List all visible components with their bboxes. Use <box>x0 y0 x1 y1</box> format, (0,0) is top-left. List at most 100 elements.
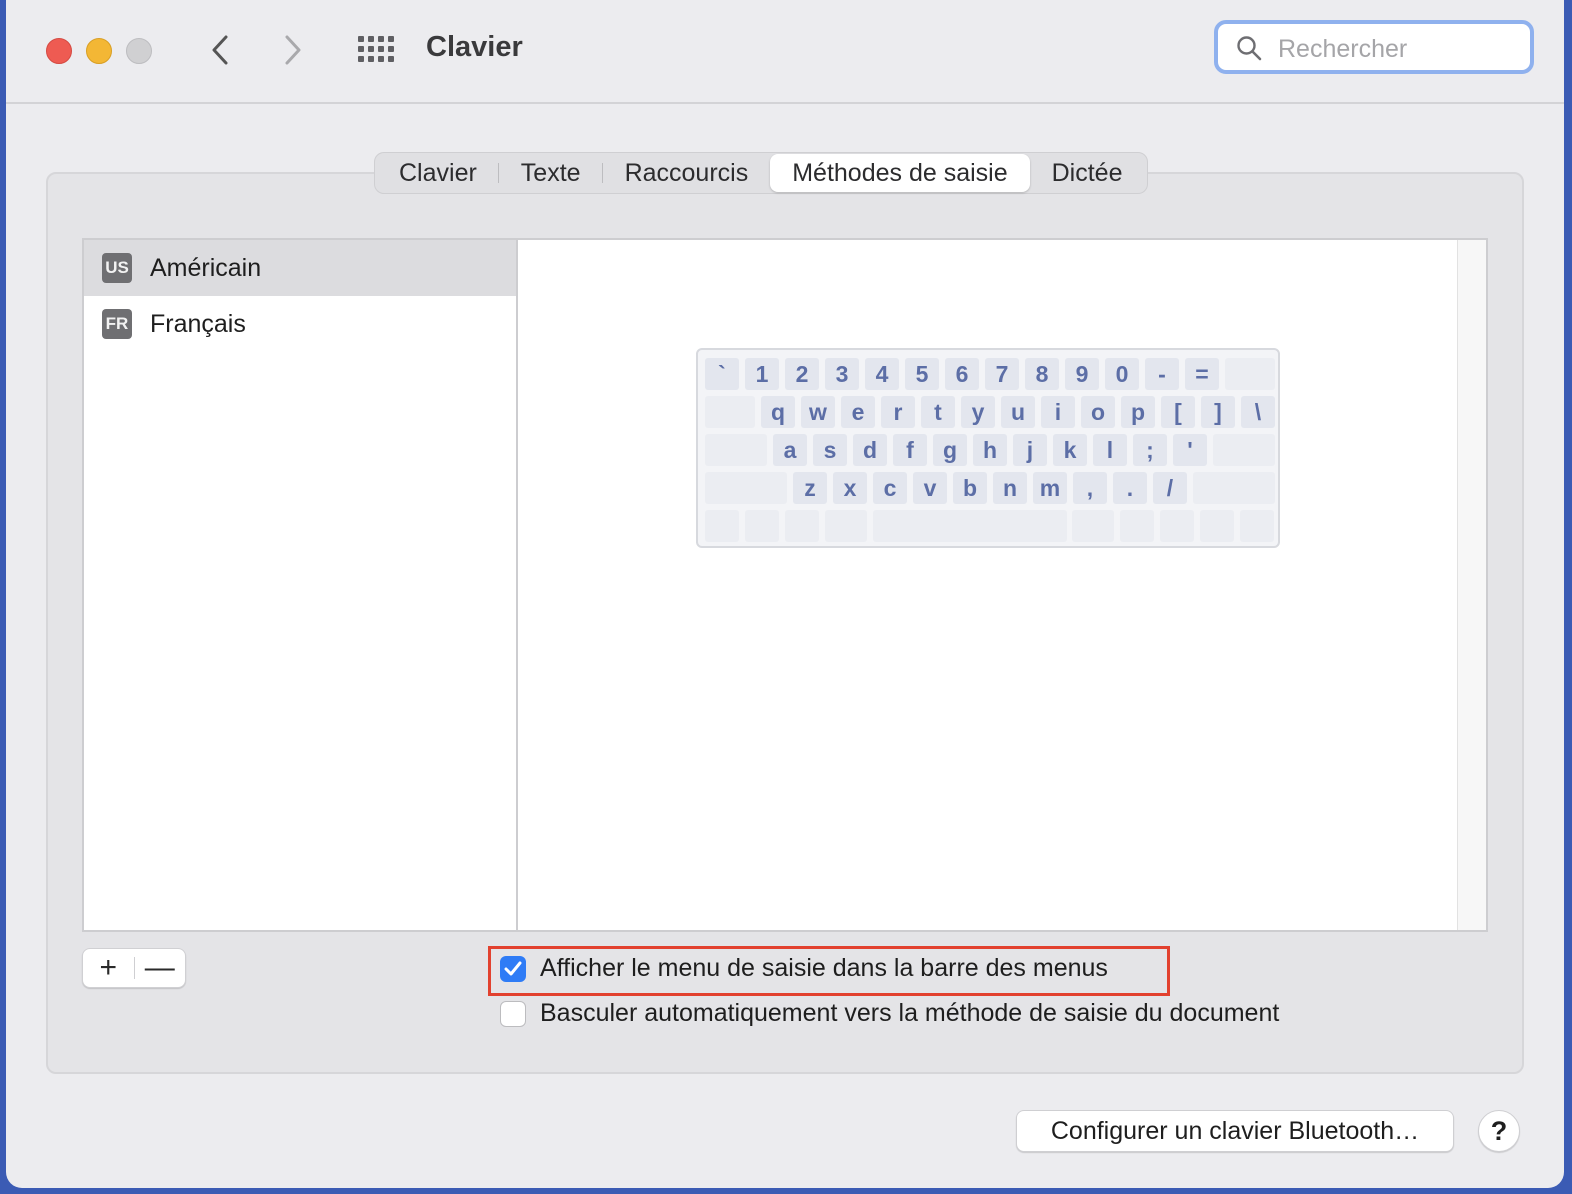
keyboard-key: y <box>961 396 995 428</box>
keyboard-key: - <box>1145 358 1179 390</box>
keyboard-blank-key <box>1160 510 1194 542</box>
search-icon <box>1237 36 1262 61</box>
chevron-right-icon <box>285 35 301 65</box>
keyboard-key: 1 <box>745 358 779 390</box>
title-bar: Clavier <box>6 0 1564 104</box>
keyboard-key: 9 <box>1065 358 1099 390</box>
chevron-left-icon <box>212 35 228 65</box>
keyboard-key: = <box>1185 358 1219 390</box>
tab-bar: Clavier Texte Raccourcis Méthodes de sai… <box>374 152 1148 194</box>
show-all-grid-icon[interactable] <box>358 34 396 68</box>
keyboard-key: \ <box>1241 396 1275 428</box>
keyboard-key: i <box>1041 396 1075 428</box>
keyboard-blank-key <box>1193 472 1275 504</box>
keyboard-key: x <box>833 472 867 504</box>
list-item-americain[interactable]: US Américain <box>84 240 516 296</box>
search-input[interactable] <box>1276 32 1520 66</box>
keyboard-key: 3 <box>825 358 859 390</box>
keyboard-blank-key <box>705 434 767 466</box>
remove-input-source-button[interactable]: — <box>135 949 186 987</box>
keyboard-key: 4 <box>865 358 899 390</box>
input-source-list: US Américain FR Français <box>82 238 518 932</box>
keyboard-key: f <box>893 434 927 466</box>
minimize-window-button[interactable] <box>86 38 112 64</box>
auto-switch-label: Basculer automatiquement vers la méthode… <box>540 999 1280 1027</box>
keyboard-key: g <box>933 434 967 466</box>
keyboard-key: p <box>1121 396 1155 428</box>
keyboard-blank-key <box>825 510 867 542</box>
keyboard-blank-key <box>705 472 787 504</box>
tab-dictee[interactable]: Dictée <box>1030 154 1145 192</box>
keyboard-key: n <box>993 472 1027 504</box>
help-button[interactable]: ? <box>1478 1110 1520 1152</box>
keyboard-blank-key <box>705 510 739 542</box>
keyboard-key: r <box>881 396 915 428</box>
keyboard-key: s <box>813 434 847 466</box>
add-input-source-button[interactable]: + <box>83 949 134 987</box>
tab-raccourcis[interactable]: Raccourcis <box>603 154 771 192</box>
tab-clavier[interactable]: Clavier <box>377 154 499 192</box>
keyboard-blank-key <box>745 510 779 542</box>
keyboard-blank-key <box>785 510 819 542</box>
add-remove-control: + — <box>82 948 186 988</box>
keyboard-key: 6 <box>945 358 979 390</box>
keyboard-blank-key <box>1240 510 1274 542</box>
keyboard-key: u <box>1001 396 1035 428</box>
us-flag-icon: US <box>102 253 132 283</box>
keyboard-key: q <box>761 396 795 428</box>
keyboard-blank-key <box>873 510 1067 542</box>
keyboard-key: b <box>953 472 987 504</box>
keyboard-key: w <box>801 396 835 428</box>
keyboard-key: t <box>921 396 955 428</box>
keyboard-key: / <box>1153 472 1187 504</box>
keyboard-key: a <box>773 434 807 466</box>
keyboard-key: h <box>973 434 1007 466</box>
keyboard-preview-pane: ` 1 2 3 4 5 6 7 8 9 0- = q w e r t y u i o p[] \ a s d f g h j k l; ' z x c… <box>518 238 1488 932</box>
keyboard-key: [ <box>1161 396 1195 428</box>
show-input-menu-checkbox[interactable] <box>500 955 526 982</box>
input-source-name: Américain <box>150 253 262 282</box>
keyboard-key: ' <box>1173 434 1207 466</box>
auto-switch-checkbox[interactable] <box>500 1000 526 1027</box>
keyboard-key: z <box>793 472 827 504</box>
keyboard-blank-key <box>1225 358 1275 390</box>
keyboard-key: e <box>841 396 875 428</box>
keyboard-key: l <box>1093 434 1127 466</box>
tab-texte[interactable]: Texte <box>499 154 603 192</box>
list-item-francais[interactable]: FR Français <box>84 296 516 352</box>
keyboard-key: d <box>853 434 887 466</box>
keyboard-key: ; <box>1133 434 1167 466</box>
keyboard-blank-key <box>1213 434 1275 466</box>
keyboard-key: 8 <box>1025 358 1059 390</box>
keyboard-key: v <box>913 472 947 504</box>
back-button[interactable] <box>203 30 237 70</box>
keyboard-key: ] <box>1201 396 1235 428</box>
keyboard-key: ` <box>705 358 739 390</box>
show-input-menu-label: Afficher le menu de saisie dans la barre… <box>540 954 1108 982</box>
close-window-button[interactable] <box>46 38 72 64</box>
scrollbar[interactable] <box>1457 240 1486 930</box>
fr-flag-icon: FR <box>102 309 132 339</box>
show-input-menu-option[interactable]: Afficher le menu de saisie dans la barre… <box>500 954 1108 983</box>
keyboard-key: k <box>1053 434 1087 466</box>
keyboard-key: m <box>1033 472 1067 504</box>
keyboard-blank-key <box>1120 510 1154 542</box>
keyboard-blank-key <box>1072 510 1114 542</box>
keyboard-key: . <box>1113 472 1147 504</box>
zoom-window-button[interactable] <box>126 38 152 64</box>
configure-bluetooth-keyboard-button[interactable]: Configurer un clavier Bluetooth… <box>1016 1110 1454 1152</box>
keyboard-key: 5 <box>905 358 939 390</box>
auto-switch-option[interactable]: Basculer automatiquement vers la méthode… <box>500 999 1279 1028</box>
forward-button[interactable] <box>276 30 310 70</box>
keyboard-layout-preview: ` 1 2 3 4 5 6 7 8 9 0- = q w e r t y u i o p[] \ a s d f g h j k l; ' z x c… <box>696 348 1280 548</box>
keyboard-key: 0 <box>1105 358 1139 390</box>
tab-methodes-de-saisie[interactable]: Méthodes de saisie <box>770 154 1030 192</box>
keyboard-key: 2 <box>785 358 819 390</box>
keyboard-blank-key <box>705 396 755 428</box>
keyboard-key: c <box>873 472 907 504</box>
window-title: Clavier <box>426 31 523 63</box>
keyboard-key: j <box>1013 434 1047 466</box>
checkmark-icon <box>504 961 522 975</box>
search-field[interactable] <box>1214 20 1534 74</box>
keyboard-key: o <box>1081 396 1115 428</box>
